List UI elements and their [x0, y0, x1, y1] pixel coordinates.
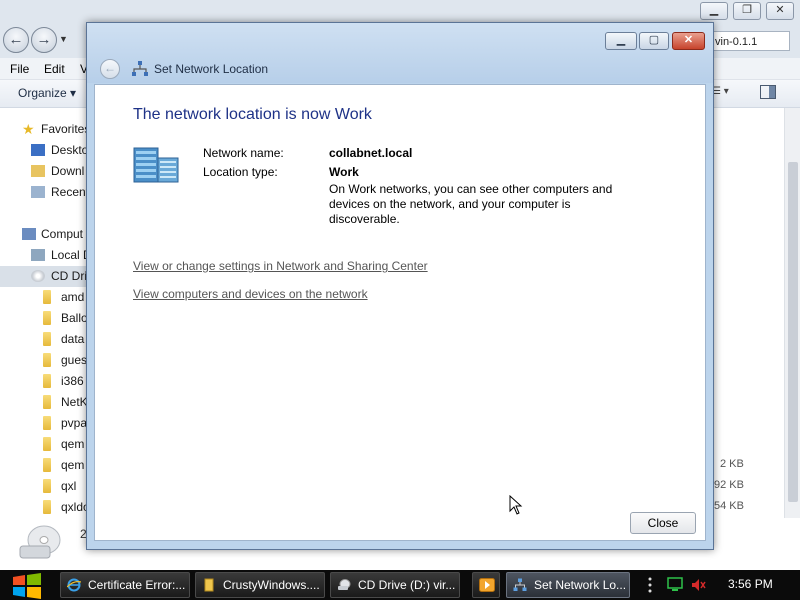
taskbar-clock[interactable]: 3:56 PM — [728, 577, 773, 591]
taskbar: Certificate Error:... CrustyWindows.... … — [0, 570, 800, 600]
explorer-restore-button[interactable]: ❐ — [733, 2, 761, 20]
location-description: On Work networks, you can see other comp… — [329, 182, 613, 226]
dialog-content: The network location is now Work Network… — [94, 84, 706, 541]
file-size: 54 KB — [714, 500, 744, 512]
address-breadcrumb[interactable]: vin-0.1.1 — [710, 31, 790, 51]
tree-folder[interactable]: data — [0, 329, 90, 350]
dialog-close-button[interactable]: ✕ — [672, 32, 705, 50]
history-dropdown-icon[interactable]: ▼ — [59, 34, 68, 44]
taskbar-media-player[interactable] — [472, 572, 500, 598]
tree-folder[interactable]: qem — [0, 434, 90, 455]
computer-icon — [22, 228, 36, 240]
file-size: 92 KB — [714, 479, 744, 491]
tree-folder[interactable]: qem — [0, 455, 90, 476]
folder-icon — [43, 332, 51, 346]
taskbar-item-cd-drive[interactable]: CD Drive (D:) vir... — [330, 572, 460, 598]
tree-folder[interactable]: Ballo — [0, 308, 90, 329]
network-name-label: Network name: — [203, 146, 284, 160]
folder-icon — [43, 290, 51, 304]
tree-local-disk[interactable]: Local D — [0, 245, 90, 266]
tree-downloads[interactable]: Downl — [0, 161, 90, 182]
explorer-scrollbar[interactable] — [784, 108, 800, 518]
menu-edit[interactable]: Edit — [44, 62, 65, 76]
ie-icon — [67, 578, 81, 592]
downloads-icon — [31, 165, 45, 177]
explorer-close-button[interactable]: ✕ — [766, 2, 794, 20]
dialog-maximize-button[interactable]: ▢ — [639, 32, 669, 50]
folder-icon — [43, 311, 51, 325]
back-arrow-icon[interactable]: ← — [100, 59, 120, 79]
folder-icon — [43, 416, 51, 430]
explorer-titlebar: ▁ ❐ ✕ — [0, 0, 800, 24]
network-icon — [132, 61, 148, 76]
dialog-minimize-button[interactable]: ▁ — [605, 32, 637, 50]
network-icon — [513, 578, 527, 591]
cd-drive-icon — [31, 270, 45, 282]
volume-muted-icon[interactable] — [690, 577, 706, 593]
folder-icon — [43, 500, 51, 514]
tray-overflow-icon[interactable] — [648, 577, 652, 593]
cd-drive-icon — [338, 579, 351, 590]
folder-icon — [204, 578, 214, 592]
file-size: 2 KB — [720, 458, 744, 470]
taskbar-item-set-network-location[interactable]: Set Network Lo... — [506, 572, 630, 598]
tree-folder[interactable]: pvpa — [0, 413, 90, 434]
desktop-icon — [31, 144, 45, 156]
scrollbar-thumb[interactable] — [788, 162, 798, 502]
tree-favorites[interactable]: ★ Favorites — [0, 119, 90, 140]
tree-desktop[interactable]: Deskto — [0, 140, 90, 161]
network-sharing-center-link[interactable]: View or change settings in Network and S… — [133, 259, 428, 273]
folder-icon — [43, 374, 51, 388]
dialog-titlebar: ▁ ▢ ✕ ← Set Network Location — [87, 23, 713, 83]
tree-recent[interactable]: Recent — [0, 182, 90, 203]
navigation-pane: ★ Favorites Deskto Downl Recent Comput L… — [0, 108, 90, 568]
network-name-value: collabnet.local — [329, 146, 413, 160]
page-title: The network location is now Work — [133, 106, 372, 123]
preview-pane-icon[interactable] — [760, 85, 776, 99]
tree-computer[interactable]: Comput — [0, 224, 90, 245]
set-network-location-dialog: ▁ ▢ ✕ ← Set Network Location The network… — [86, 22, 714, 550]
close-button[interactable]: Close — [630, 512, 696, 534]
tree-folder[interactable]: qxldo — [0, 497, 90, 518]
folder-icon — [43, 458, 51, 472]
hard-disk-icon — [31, 249, 45, 261]
menu-file[interactable]: File — [10, 62, 29, 76]
location-type-value: Work — [329, 165, 359, 179]
tree-folder[interactable]: gues — [0, 350, 90, 371]
folder-icon — [43, 437, 51, 451]
windows-start-button[interactable] — [10, 572, 44, 600]
folder-icon — [43, 353, 51, 367]
organize-button[interactable]: Organize ▾ — [18, 86, 76, 100]
folder-icon — [43, 395, 51, 409]
tree-folder[interactable]: amd — [0, 287, 90, 308]
view-computers-link[interactable]: View computers and devices on the networ… — [133, 287, 368, 301]
cd-drive-large-icon — [19, 525, 61, 559]
tree-folder[interactable]: i386 — [0, 371, 90, 392]
dialog-title: Set Network Location — [154, 62, 269, 76]
taskbar-item-certificate-error[interactable]: Certificate Error:... — [60, 572, 190, 598]
location-type-label: Location type: — [203, 165, 278, 179]
tree-folder[interactable]: qxl — [0, 476, 90, 497]
forward-arrow-icon[interactable]: → — [31, 27, 57, 53]
folder-icon — [43, 479, 51, 493]
media-player-icon — [479, 578, 495, 592]
tree-cd-drive[interactable]: CD Dri — [0, 266, 90, 287]
back-arrow-icon[interactable]: ← — [3, 27, 29, 53]
explorer-minimize-button[interactable]: ▁ — [700, 2, 728, 20]
mouse-cursor-icon — [509, 495, 523, 515]
network-status-icon[interactable] — [667, 577, 683, 593]
tree-folder[interactable]: NetK — [0, 392, 90, 413]
recent-places-icon — [31, 186, 45, 198]
work-network-icon — [133, 147, 179, 183]
star-icon: ★ — [22, 121, 35, 137]
views-dropdown-icon[interactable]: ☰ ▾ — [712, 86, 729, 97]
taskbar-item-crustywindows[interactable]: CrustyWindows.... — [195, 572, 325, 598]
